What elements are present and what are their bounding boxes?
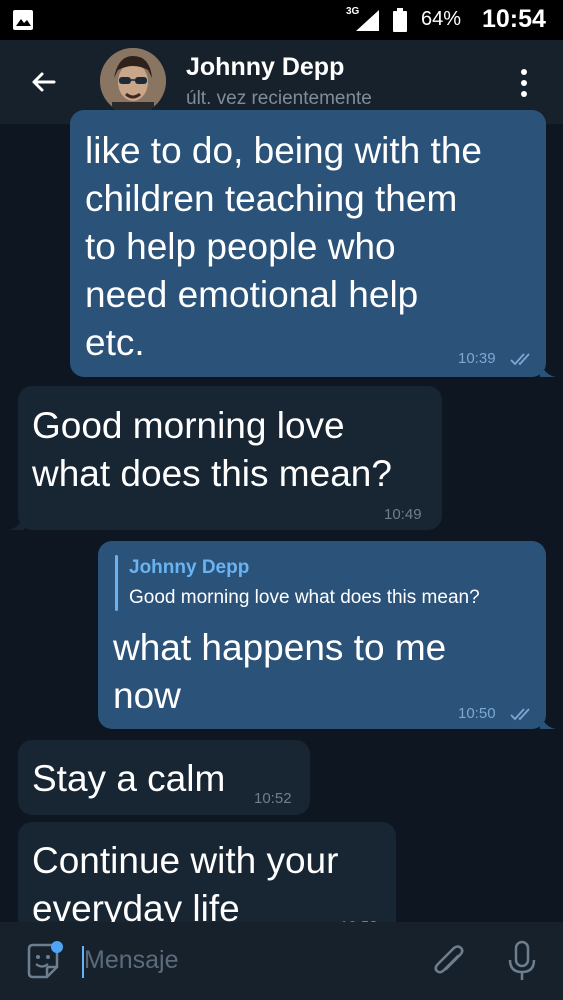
message-time: 10:39 bbox=[458, 350, 496, 367]
attach-icon[interactable] bbox=[430, 942, 470, 982]
contact-name[interactable]: Johnny Depp bbox=[186, 53, 344, 82]
message-line: what does this mean? bbox=[32, 453, 392, 494]
message-bubble-outgoing[interactable]: like to do, being with the children teac… bbox=[70, 110, 556, 377]
message-time: 10:50 bbox=[458, 705, 496, 722]
message-bubble-outgoing[interactable]: Johnny Depp Good morning love what does … bbox=[98, 541, 556, 729]
double-check-icon bbox=[510, 708, 530, 721]
message-input[interactable]: Mensaje bbox=[84, 946, 179, 975]
message-time: 10:49 bbox=[384, 506, 422, 523]
message-line: etc. bbox=[85, 322, 145, 363]
battery-percent: 64% bbox=[421, 8, 462, 30]
message-time: 10:52 bbox=[254, 790, 292, 807]
image-icon bbox=[13, 10, 33, 30]
contact-status: últ. vez recientemente bbox=[186, 88, 372, 109]
double-check-icon bbox=[510, 353, 530, 366]
avatar[interactable] bbox=[100, 48, 166, 114]
sticker-icon[interactable] bbox=[23, 941, 63, 981]
message-line: Good morning love bbox=[32, 405, 345, 446]
reply-author: Johnny Depp bbox=[129, 557, 250, 578]
reply-quote-bar bbox=[115, 555, 118, 611]
message-line: Continue with your bbox=[32, 840, 339, 881]
bubble-tail bbox=[8, 514, 24, 530]
message-line: to help people who bbox=[85, 226, 396, 267]
mic-icon[interactable] bbox=[504, 940, 540, 982]
message-line: now bbox=[113, 675, 181, 716]
message-bubble-incoming[interactable]: Stay a calm 10:52 bbox=[18, 740, 310, 815]
status-bar: 3G 64% 10:54 bbox=[0, 0, 563, 40]
battery-icon bbox=[393, 8, 407, 32]
more-vert-icon[interactable] bbox=[514, 66, 534, 100]
clock: 10:54 bbox=[482, 5, 546, 33]
reply-text: Good morning love what does this mean? bbox=[129, 587, 480, 608]
back-arrow-icon[interactable] bbox=[24, 62, 64, 102]
message-line: like to do, being with the bbox=[85, 130, 482, 171]
bubble-tail bbox=[540, 361, 556, 377]
message-bubble-incoming[interactable]: Good morning love what does this mean? 1… bbox=[8, 386, 442, 530]
message-line: Stay a calm bbox=[32, 758, 226, 799]
message-line: need emotional help bbox=[85, 274, 419, 315]
bubble-tail bbox=[540, 713, 556, 729]
network-type: 3G bbox=[346, 6, 360, 17]
message-input-bar: Mensaje bbox=[0, 922, 563, 1000]
message-line: children teaching them bbox=[85, 178, 458, 219]
message-line: what happens to me bbox=[113, 627, 447, 668]
